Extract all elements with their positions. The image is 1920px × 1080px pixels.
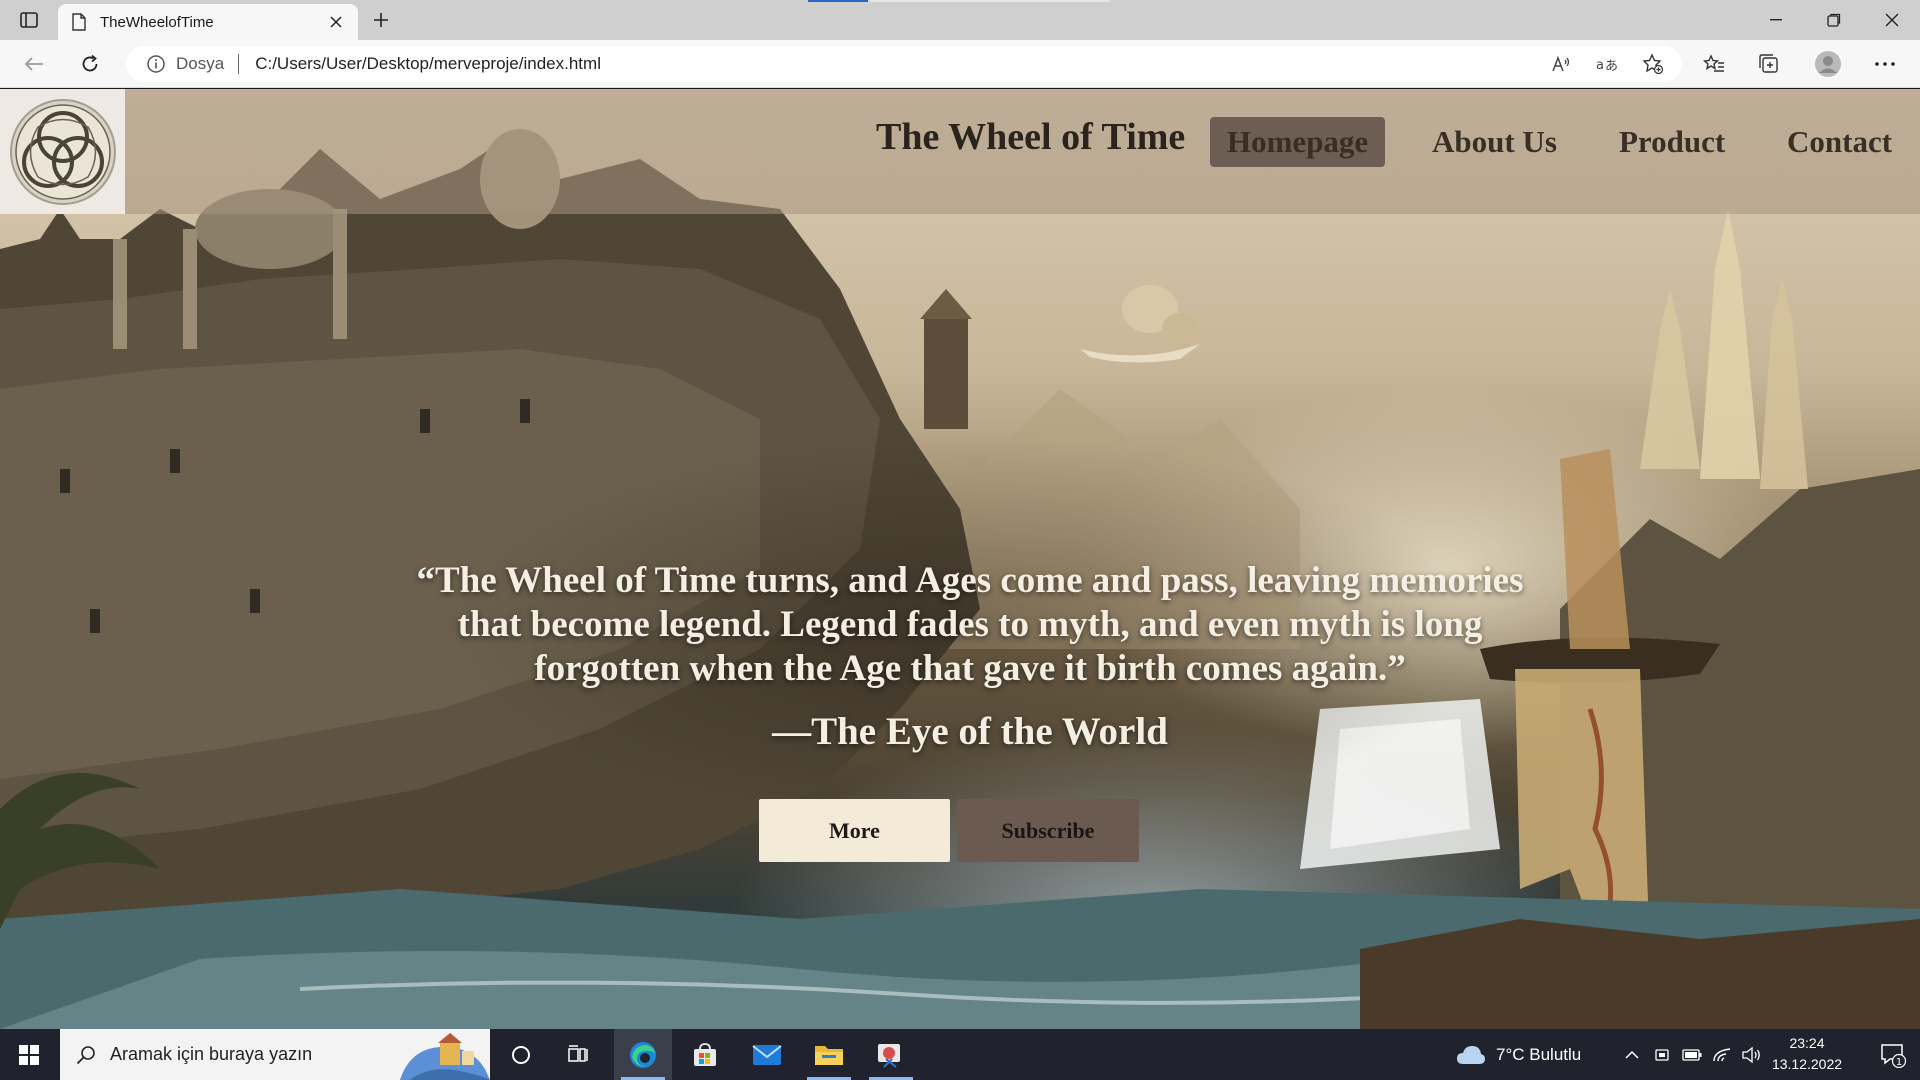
close-window-icon[interactable] xyxy=(1864,0,1920,40)
new-tab-icon[interactable] xyxy=(366,6,396,34)
minimize-icon[interactable] xyxy=(1748,0,1804,40)
site-header: The Wheel of Time Homepage About Us Prod… xyxy=(0,89,1920,214)
taskbar: Aramak için buraya yazın 7°C Bulutlu 23:… xyxy=(0,1029,1920,1080)
search-highlight-art-icon xyxy=(400,1033,490,1080)
favorites-icon[interactable] xyxy=(1697,48,1731,80)
close-tab-icon[interactable] xyxy=(326,12,346,32)
search-icon xyxy=(76,1045,95,1064)
collections-icon[interactable] xyxy=(1752,48,1786,80)
weather-widget[interactable]: 7°C Bulutlu xyxy=(1456,1029,1581,1080)
browser-tab-bar: TheWheelofTime xyxy=(0,0,1920,40)
browser-tab[interactable]: TheWheelofTime xyxy=(58,4,358,40)
svg-text:あ: あ xyxy=(1605,59,1618,73)
wheel-logo-icon xyxy=(9,98,116,205)
more-options-icon[interactable] xyxy=(1868,48,1902,80)
tab-actions-icon[interactable] xyxy=(14,6,44,34)
page-viewport: The Wheel of Time Homepage About Us Prod… xyxy=(0,89,1920,1029)
subscribe-button[interactable]: Subscribe xyxy=(957,799,1139,862)
cortana-icon[interactable] xyxy=(492,1029,550,1080)
wifi-icon[interactable] xyxy=(1707,1029,1737,1080)
file-explorer-icon[interactable] xyxy=(800,1029,858,1080)
loading-track xyxy=(870,0,1110,2)
tab-title: TheWheelofTime xyxy=(100,13,214,31)
address-url[interactable]: C:/Users/User/Desktop/merveproje/index.h… xyxy=(255,54,601,74)
restore-icon[interactable] xyxy=(1806,0,1862,40)
translate-icon[interactable]: aあ xyxy=(1590,48,1624,80)
search-placeholder: Aramak için buraya yazın xyxy=(110,1044,313,1064)
nav-about-us[interactable]: About Us xyxy=(1415,117,1574,167)
snipping-tool-icon[interactable] xyxy=(862,1029,920,1080)
browser-toolbar: Dosya C:/Users/User/Desktop/merveproje/i… xyxy=(0,40,1920,88)
address-separator xyxy=(238,54,240,74)
windows-start-icon[interactable] xyxy=(0,1029,58,1080)
task-view-icon[interactable] xyxy=(550,1029,608,1080)
site-logo[interactable] xyxy=(0,89,125,214)
weather-text: 7°C Bulutlu xyxy=(1496,1044,1582,1064)
add-favorite-icon[interactable] xyxy=(1636,48,1670,80)
cloud-icon xyxy=(1457,1045,1485,1064)
clock-time: 23:24 xyxy=(1789,1035,1825,1051)
mail-icon[interactable] xyxy=(738,1029,796,1080)
nav-homepage[interactable]: Homepage xyxy=(1210,117,1386,167)
quote-line: “The Wheel of Time turns, and Ages come … xyxy=(416,560,1524,601)
clock-date: 13.12.2022 xyxy=(1771,1056,1843,1072)
nav-contact[interactable]: Contact xyxy=(1770,117,1909,167)
microsoft-store-icon[interactable] xyxy=(676,1029,734,1080)
meet-now-icon[interactable] xyxy=(1647,1029,1677,1080)
hero-quote: “The Wheel of Time turns, and Ages come … xyxy=(380,559,1560,691)
notification-count: 1 xyxy=(1896,1057,1902,1068)
nav-product[interactable]: Product xyxy=(1602,117,1742,167)
notifications-icon[interactable]: 1 xyxy=(1866,1029,1920,1080)
address-bar[interactable]: Dosya C:/Users/User/Desktop/merveproje/i… xyxy=(126,46,1682,82)
site-brand[interactable]: The Wheel of Time xyxy=(876,115,1185,159)
back-icon[interactable] xyxy=(16,48,52,80)
address-scheme: Dosya xyxy=(176,54,225,73)
edge-browser-icon[interactable] xyxy=(614,1029,672,1080)
page-icon xyxy=(72,13,86,31)
show-hidden-icons-icon[interactable] xyxy=(1617,1029,1647,1080)
loading-indicator xyxy=(808,0,868,2)
profile-avatar-icon[interactable] xyxy=(1811,48,1845,80)
refresh-icon[interactable] xyxy=(72,48,108,80)
taskbar-search-box[interactable]: Aramak için buraya yazın xyxy=(60,1029,490,1080)
system-clock[interactable]: 23:24 13.12.2022 xyxy=(1762,1033,1852,1075)
battery-icon[interactable] xyxy=(1677,1029,1707,1080)
quote-line: forgotten when the Age that gave it birt… xyxy=(534,648,1406,689)
quote-source: —The Eye of the World xyxy=(772,710,1168,753)
more-button[interactable]: More xyxy=(759,799,950,862)
svg-text:a: a xyxy=(1596,58,1604,73)
site-info-icon[interactable] xyxy=(146,54,166,74)
quote-line: that become legend. Legend fades to myth… xyxy=(457,604,1483,645)
read-aloud-icon[interactable] xyxy=(1544,48,1578,80)
